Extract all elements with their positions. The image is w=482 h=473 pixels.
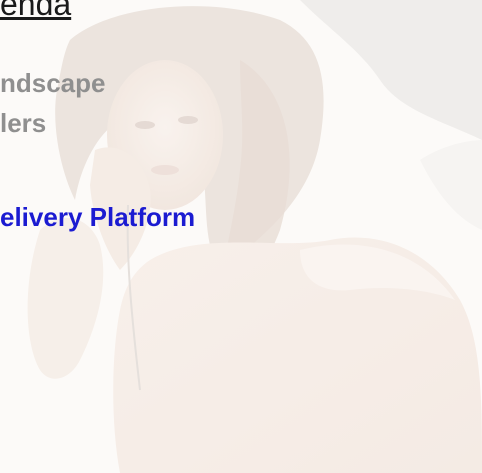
agenda-slide: enda ndscape lers elivery Platform: [0, 0, 482, 473]
agenda-item-landscape: ndscape: [0, 68, 106, 98]
agenda-item-leaders: lers: [0, 108, 47, 138]
agenda-item-delivery-platform: elivery Platform: [0, 202, 196, 232]
agenda-title: enda: [0, 0, 72, 22]
